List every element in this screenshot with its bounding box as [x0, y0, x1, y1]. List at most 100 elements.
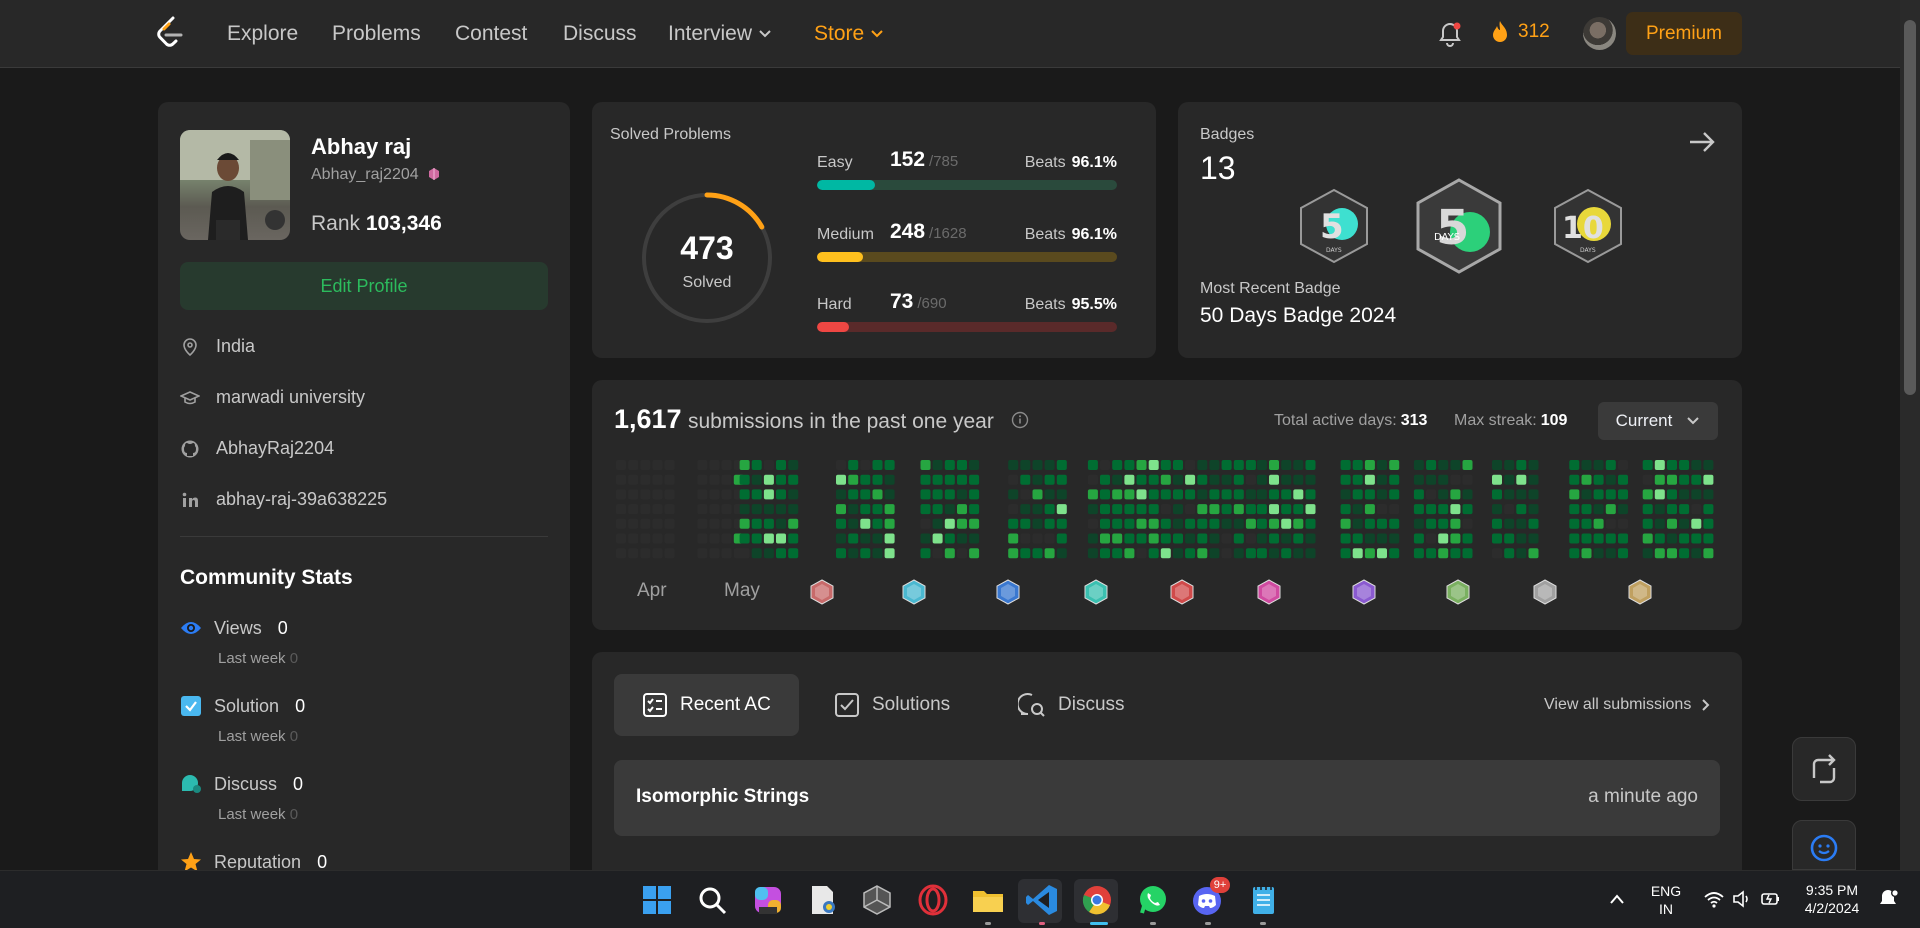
- heatmap-cell[interactable]: [652, 548, 663, 559]
- heatmap-cell[interactable]: [1654, 548, 1665, 559]
- heatmap-cell[interactable]: [1593, 474, 1604, 485]
- heatmap-cell[interactable]: [1293, 460, 1304, 470]
- heatmap-cell[interactable]: [860, 489, 871, 500]
- heatmap-cell[interactable]: [1618, 518, 1628, 529]
- heatmap-cell[interactable]: [884, 474, 895, 485]
- heatmap-cell[interactable]: [1020, 460, 1031, 470]
- badge-50-days-2024-icon[interactable]: 5 DAYS: [1414, 178, 1504, 274]
- heatmap-cell[interactable]: [616, 474, 626, 485]
- heatmap-cell[interactable]: [1185, 489, 1196, 500]
- heatmap-cell[interactable]: [944, 489, 955, 500]
- heatmap-cell[interactable]: [1008, 460, 1019, 470]
- heatmap-cell[interactable]: [1593, 504, 1604, 515]
- heatmap-cell[interactable]: [836, 533, 846, 544]
- heatmap-cell[interactable]: [1667, 460, 1677, 470]
- heatmap-cell[interactable]: [969, 504, 980, 515]
- heatmap-cell[interactable]: [721, 489, 732, 500]
- heatmap-cell[interactable]: [1413, 460, 1424, 470]
- heatmap-cell[interactable]: [1221, 460, 1232, 470]
- avatar[interactable]: [1583, 17, 1616, 50]
- heatmap-cell[interactable]: [1340, 489, 1351, 500]
- heatmap-cell[interactable]: [709, 460, 720, 470]
- heatmap-cell[interactable]: [884, 548, 895, 559]
- heatmap-cell[interactable]: [1020, 533, 1031, 544]
- heatmap-cell[interactable]: [1233, 518, 1244, 529]
- edit-profile-button[interactable]: Edit Profile: [180, 262, 548, 310]
- nav-problems[interactable]: Problems: [332, 22, 421, 46]
- heatmap-cell[interactable]: [969, 518, 980, 529]
- heatmap-cell[interactable]: [664, 518, 675, 529]
- heatmap-cell[interactable]: [1281, 518, 1292, 529]
- heatmap-cell[interactable]: [860, 548, 871, 559]
- heatmap-cell[interactable]: [1352, 518, 1363, 529]
- heatmap-cell[interactable]: [1581, 504, 1592, 515]
- heatmap-cell[interactable]: [1008, 489, 1019, 500]
- heatmap-cell[interactable]: [664, 474, 675, 485]
- heatmap-cell[interactable]: [1528, 533, 1539, 544]
- heatmap-cell[interactable]: [1581, 548, 1592, 559]
- heatmap-cell[interactable]: [1450, 533, 1461, 544]
- heatmap-cell[interactable]: [1438, 548, 1449, 559]
- heatmap-cell[interactable]: [1197, 518, 1208, 529]
- heatmap-cell[interactable]: [1516, 489, 1527, 500]
- heatmap-cell[interactable]: [1389, 474, 1400, 485]
- heatmap-cell[interactable]: [1269, 460, 1279, 470]
- heatmap-cell[interactable]: [1352, 489, 1363, 500]
- heatmap-cell[interactable]: [1112, 548, 1123, 559]
- heatmap-cell[interactable]: [664, 460, 675, 470]
- heatmap-cell[interactable]: [751, 548, 762, 559]
- heatmap-cell[interactable]: [1293, 518, 1304, 529]
- heatmap-cell[interactable]: [1642, 518, 1653, 529]
- heatmap-cell[interactable]: [628, 489, 639, 500]
- heatmap-cell[interactable]: [1281, 474, 1292, 485]
- heatmap-cell[interactable]: [1185, 533, 1196, 544]
- heatmap-cell[interactable]: [751, 474, 762, 485]
- heatmap-cell[interactable]: [1221, 533, 1232, 544]
- heatmap-cell[interactable]: [932, 518, 943, 529]
- heatmap-cell[interactable]: [721, 504, 732, 515]
- heatmap-cell[interactable]: [1269, 474, 1279, 485]
- heatmap-cell[interactable]: [1087, 548, 1098, 559]
- heatmap-cell[interactable]: [1340, 474, 1351, 485]
- heatmap-cell[interactable]: [788, 489, 799, 500]
- heatmap-cell[interactable]: [1438, 474, 1449, 485]
- heatmap-cell[interactable]: [1281, 460, 1292, 470]
- heatmap-cell[interactable]: [848, 474, 859, 485]
- heatmap-cell[interactable]: [1389, 533, 1400, 544]
- heatmap-cell[interactable]: [1173, 548, 1183, 559]
- heatmap-cell[interactable]: [1504, 548, 1515, 559]
- heatmap-cell[interactable]: [1691, 533, 1702, 544]
- heatmap-cell[interactable]: [872, 504, 883, 515]
- heatmap-cell[interactable]: [1389, 548, 1400, 559]
- heatmap-cell[interactable]: [1112, 504, 1123, 515]
- heatmap-cell[interactable]: [1124, 474, 1135, 485]
- heatmap-cell[interactable]: [776, 460, 786, 470]
- heatmap-cell[interactable]: [1008, 504, 1019, 515]
- heatmap-cell[interactable]: [652, 474, 663, 485]
- heatmap-cell[interactable]: [932, 474, 943, 485]
- heatmap-cell[interactable]: [1136, 460, 1147, 470]
- heatmap-cell[interactable]: [1245, 460, 1256, 470]
- heatmap-cell[interactable]: [1569, 548, 1580, 559]
- heatmap-cell[interactable]: [652, 489, 663, 500]
- heatmap-cell[interactable]: [763, 474, 774, 485]
- heatmap-cell[interactable]: [1124, 504, 1135, 515]
- heatmap-cell[interactable]: [1352, 533, 1363, 544]
- heatmap-cell[interactable]: [1100, 489, 1110, 500]
- heatmap-cell[interactable]: [1593, 518, 1604, 529]
- heatmap-cell[interactable]: [1305, 460, 1316, 470]
- heatmap-cell[interactable]: [1209, 489, 1220, 500]
- heatmap-cell[interactable]: [1209, 460, 1220, 470]
- heatmap-cell[interactable]: [1438, 504, 1449, 515]
- monthly-badge-icon[interactable]: [996, 579, 1020, 605]
- heatmap-cell[interactable]: [1364, 504, 1375, 515]
- input-language[interactable]: ENG IN: [1646, 882, 1686, 918]
- heatmap-cell[interactable]: [1364, 460, 1375, 470]
- heatmap-cell[interactable]: [1642, 548, 1653, 559]
- heatmap-cell[interactable]: [1691, 489, 1702, 500]
- heatmap-cell[interactable]: [848, 533, 859, 544]
- heatmap-cell[interactable]: [1492, 474, 1502, 485]
- heatmap-cell[interactable]: [1516, 548, 1527, 559]
- heatmap-cell[interactable]: [1679, 548, 1690, 559]
- heatmap-cell[interactable]: [1160, 460, 1171, 470]
